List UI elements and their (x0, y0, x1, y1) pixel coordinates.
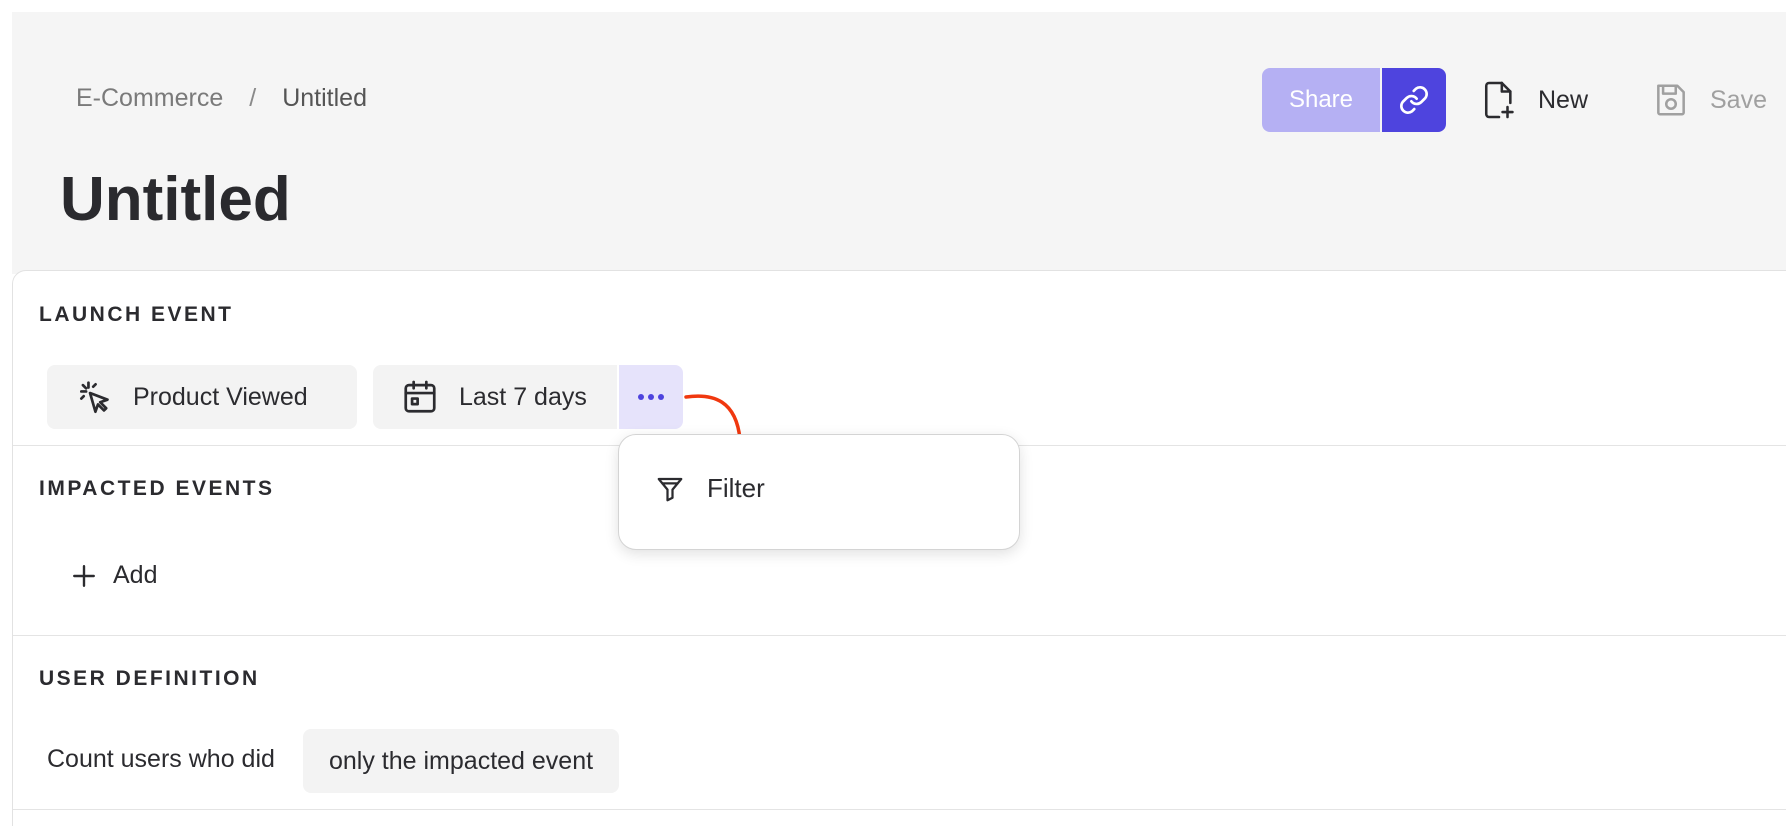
launch-event-chip[interactable]: Product Viewed (47, 365, 357, 429)
count-users-label: Count users who did (47, 745, 275, 773)
section-divider (13, 809, 1786, 810)
more-dots-icon (638, 394, 664, 400)
save-icon (1657, 84, 1685, 116)
filter-icon (657, 477, 683, 501)
more-options-menu: Filter (618, 434, 1020, 550)
more-options-button[interactable] (619, 365, 683, 429)
click-cursor-icon (79, 381, 109, 414)
menu-item-filter-label: Filter (707, 473, 765, 503)
plus-icon (73, 564, 95, 587)
new-button-label: New (1538, 85, 1589, 114)
impacted-event-mode-select[interactable]: only the impacted event (303, 729, 620, 793)
breadcrumb-separator: / (249, 84, 257, 112)
breadcrumb-current: Untitled (282, 84, 367, 112)
impacted-events-title: IMPACTED EVENTS (39, 477, 275, 500)
copy-link-button[interactable] (1382, 68, 1446, 132)
date-range-label: Last 7 days (459, 382, 587, 411)
date-range-chip[interactable]: Last 7 days (373, 365, 617, 429)
share-button[interactable]: Share (1262, 68, 1380, 132)
breadcrumb-parent[interactable]: E-Commerce (76, 84, 223, 113)
menu-item-filter[interactable]: Filter (655, 473, 765, 504)
section-divider (13, 635, 1786, 636)
page-title[interactable]: Untitled (60, 164, 291, 235)
calendar-icon (404, 380, 436, 413)
add-label: Add (113, 561, 158, 589)
save-button[interactable]: Save (1652, 76, 1767, 124)
user-definition-title: USER DEFINITION (39, 667, 260, 690)
add-impacted-event-button[interactable]: Add (71, 561, 157, 590)
save-button-label: Save (1710, 85, 1767, 114)
new-file-icon (1484, 81, 1514, 119)
new-button[interactable]: New (1482, 76, 1588, 124)
link-icon (1400, 86, 1428, 114)
breadcrumb: E-Commerce / Untitled (76, 84, 367, 113)
launch-event-title: LAUNCH EVENT (39, 303, 234, 326)
launch-event-label: Product Viewed (133, 382, 308, 411)
page-header: E-Commerce / Untitled Untitled Share New… (12, 12, 1786, 274)
